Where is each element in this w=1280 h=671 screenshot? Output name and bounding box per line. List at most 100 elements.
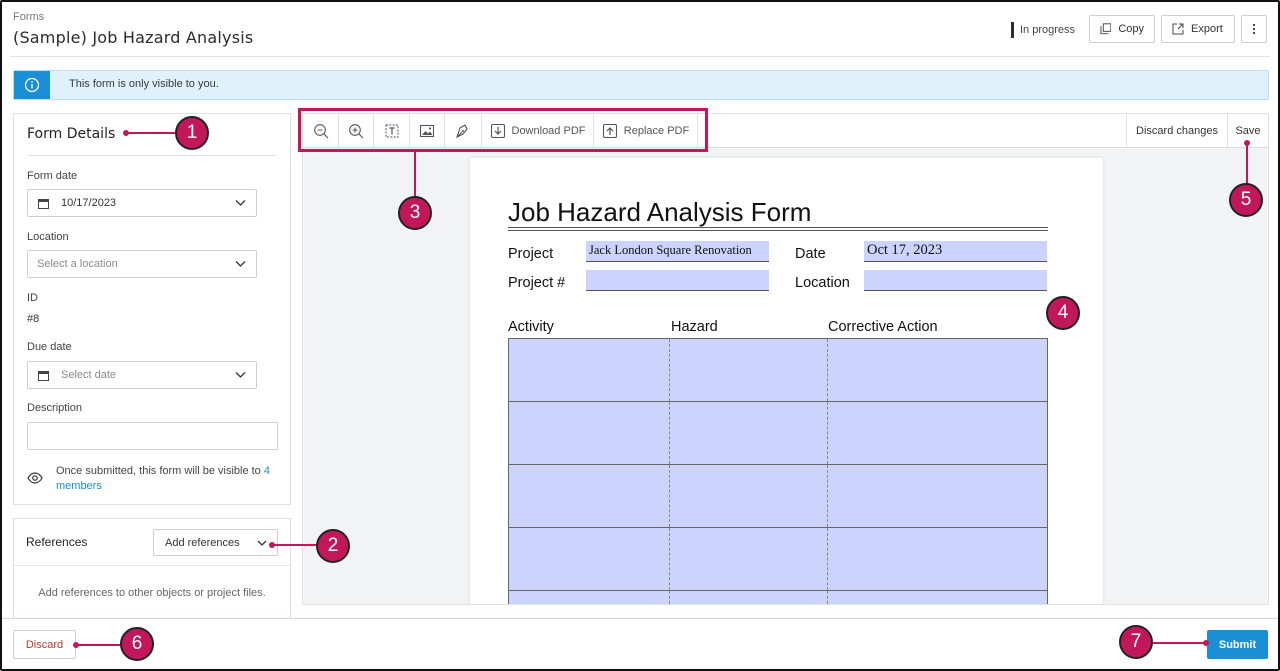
form-date-value: 10/17/2023	[61, 197, 117, 209]
pdf-date-label: Date	[795, 246, 826, 262]
callout-line	[414, 151, 416, 198]
pdf-project-number-field[interactable]	[586, 270, 769, 291]
pdf-hazard-table	[508, 338, 1048, 604]
callout-line	[272, 544, 318, 546]
references-title: References	[26, 535, 88, 549]
hazard-cell[interactable]	[670, 591, 828, 604]
due-date-picker[interactable]: Select date	[27, 361, 257, 389]
callout-1: 1	[175, 116, 209, 150]
table-row	[509, 402, 1047, 465]
header-divider	[10, 56, 1270, 57]
pdf-col-corrective-action: Corrective Action	[828, 319, 938, 335]
discard-button[interactable]: Discard	[13, 630, 76, 659]
callout-2: 2	[316, 529, 350, 563]
callout-line	[126, 132, 178, 134]
info-banner: This form is only visible to you.	[13, 70, 1269, 100]
due-date-label: Due date	[27, 341, 72, 353]
pdf-title: Job Hazard Analysis Form	[508, 197, 812, 227]
page-title: (Sample) Job Hazard Analysis	[13, 28, 254, 47]
pdf-title-rule	[508, 227, 1048, 231]
export-label: Export	[1191, 23, 1223, 35]
submit-button[interactable]: Submit	[1207, 630, 1268, 659]
corrective-action-cell[interactable]	[828, 402, 1047, 464]
description-input[interactable]	[27, 422, 278, 450]
form-details-title: Form Details	[27, 126, 116, 142]
export-button[interactable]: Export	[1161, 15, 1235, 43]
hazard-cell[interactable]	[670, 402, 828, 464]
id-label: ID	[27, 292, 38, 304]
form-date-label: Form date	[27, 170, 78, 182]
pdf-col-hazard: Hazard	[671, 319, 718, 335]
divider	[14, 565, 290, 566]
location-select[interactable]: Select a location	[27, 250, 257, 278]
eye-icon	[27, 472, 43, 484]
corrective-action-cell[interactable]	[828, 591, 1047, 604]
divider	[27, 155, 277, 156]
corrective-action-cell[interactable]	[828, 339, 1047, 401]
corrective-action-cell[interactable]	[828, 528, 1047, 590]
location-placeholder: Select a location	[37, 258, 118, 270]
pdf-project-label: Project	[508, 246, 554, 262]
info-icon	[14, 71, 50, 99]
pdf-viewer: Download PDF Replace PDF Discard changes…	[302, 113, 1269, 605]
activity-cell[interactable]	[509, 591, 670, 604]
callout-line	[1152, 642, 1204, 644]
more-vertical-icon	[1252, 23, 1256, 35]
callout-line	[76, 644, 122, 646]
due-date-placeholder: Select date	[61, 369, 117, 381]
location-label: Location	[27, 231, 69, 243]
form-details-panel: Form Details Form date 10/17/2023 Locati…	[13, 113, 291, 505]
chevron-down-icon	[235, 372, 246, 378]
activity-cell[interactable]	[509, 402, 670, 464]
copy-button[interactable]: Copy	[1089, 15, 1155, 43]
calendar-icon	[38, 370, 49, 381]
export-icon	[1172, 23, 1184, 35]
add-references-label: Add references	[165, 536, 240, 549]
description-label: Description	[27, 402, 83, 414]
table-row	[509, 591, 1047, 604]
pdf-page: Job Hazard Analysis Form Project Jack Lo…	[470, 158, 1103, 604]
callout-4: 4	[1046, 296, 1080, 330]
hazard-cell[interactable]	[670, 465, 828, 527]
toolbar-highlight	[298, 108, 708, 152]
chevron-down-icon	[235, 200, 246, 206]
pdf-col-activity: Activity	[508, 319, 554, 335]
callout-3: 3	[398, 196, 432, 230]
table-row	[509, 528, 1047, 591]
hazard-cell[interactable]	[670, 528, 828, 590]
pdf-project-field[interactable]: Jack London Square Renovation	[586, 241, 769, 262]
references-empty-text: Add references to other objects or proje…	[38, 587, 266, 599]
visibility-text: Once submitted, this form will be visibl…	[56, 465, 261, 477]
pdf-date-field[interactable]: Oct 17, 2023	[864, 241, 1047, 262]
calendar-icon	[38, 198, 49, 209]
callout-5: 5	[1229, 183, 1263, 217]
table-row	[509, 339, 1047, 402]
status-indicator: In progress	[1011, 22, 1075, 38]
hazard-cell[interactable]	[670, 339, 828, 401]
form-date-picker[interactable]: 10/17/2023	[27, 189, 257, 217]
visibility-note: Once submitted, this form will be visibl…	[56, 464, 276, 494]
copy-icon	[1100, 23, 1112, 35]
pdf-project-number-label: Project #	[508, 275, 566, 291]
more-options-button[interactable]	[1241, 15, 1267, 43]
discard-changes-button[interactable]: Discard changes	[1126, 114, 1227, 147]
callout-7: 7	[1119, 625, 1153, 659]
chevron-down-icon	[235, 261, 246, 267]
callout-6: 6	[120, 627, 154, 661]
table-row	[509, 465, 1047, 528]
callout-line	[1246, 143, 1248, 185]
add-references-dropdown[interactable]: Add references	[153, 529, 278, 556]
copy-label: Copy	[1118, 23, 1144, 35]
pdf-location-field[interactable]	[864, 270, 1047, 291]
footer-divider	[2, 618, 1278, 619]
id-value: #8	[27, 313, 40, 325]
activity-cell[interactable]	[509, 465, 670, 527]
references-panel: References Add references Add references…	[13, 518, 291, 618]
corrective-action-cell[interactable]	[828, 465, 1047, 527]
chevron-down-icon	[257, 540, 267, 546]
activity-cell[interactable]	[509, 339, 670, 401]
breadcrumb[interactable]: Forms	[13, 11, 44, 23]
activity-cell[interactable]	[509, 528, 670, 590]
pdf-location-label: Location	[795, 275, 850, 291]
banner-text: This form is only visible to you.	[69, 78, 219, 90]
